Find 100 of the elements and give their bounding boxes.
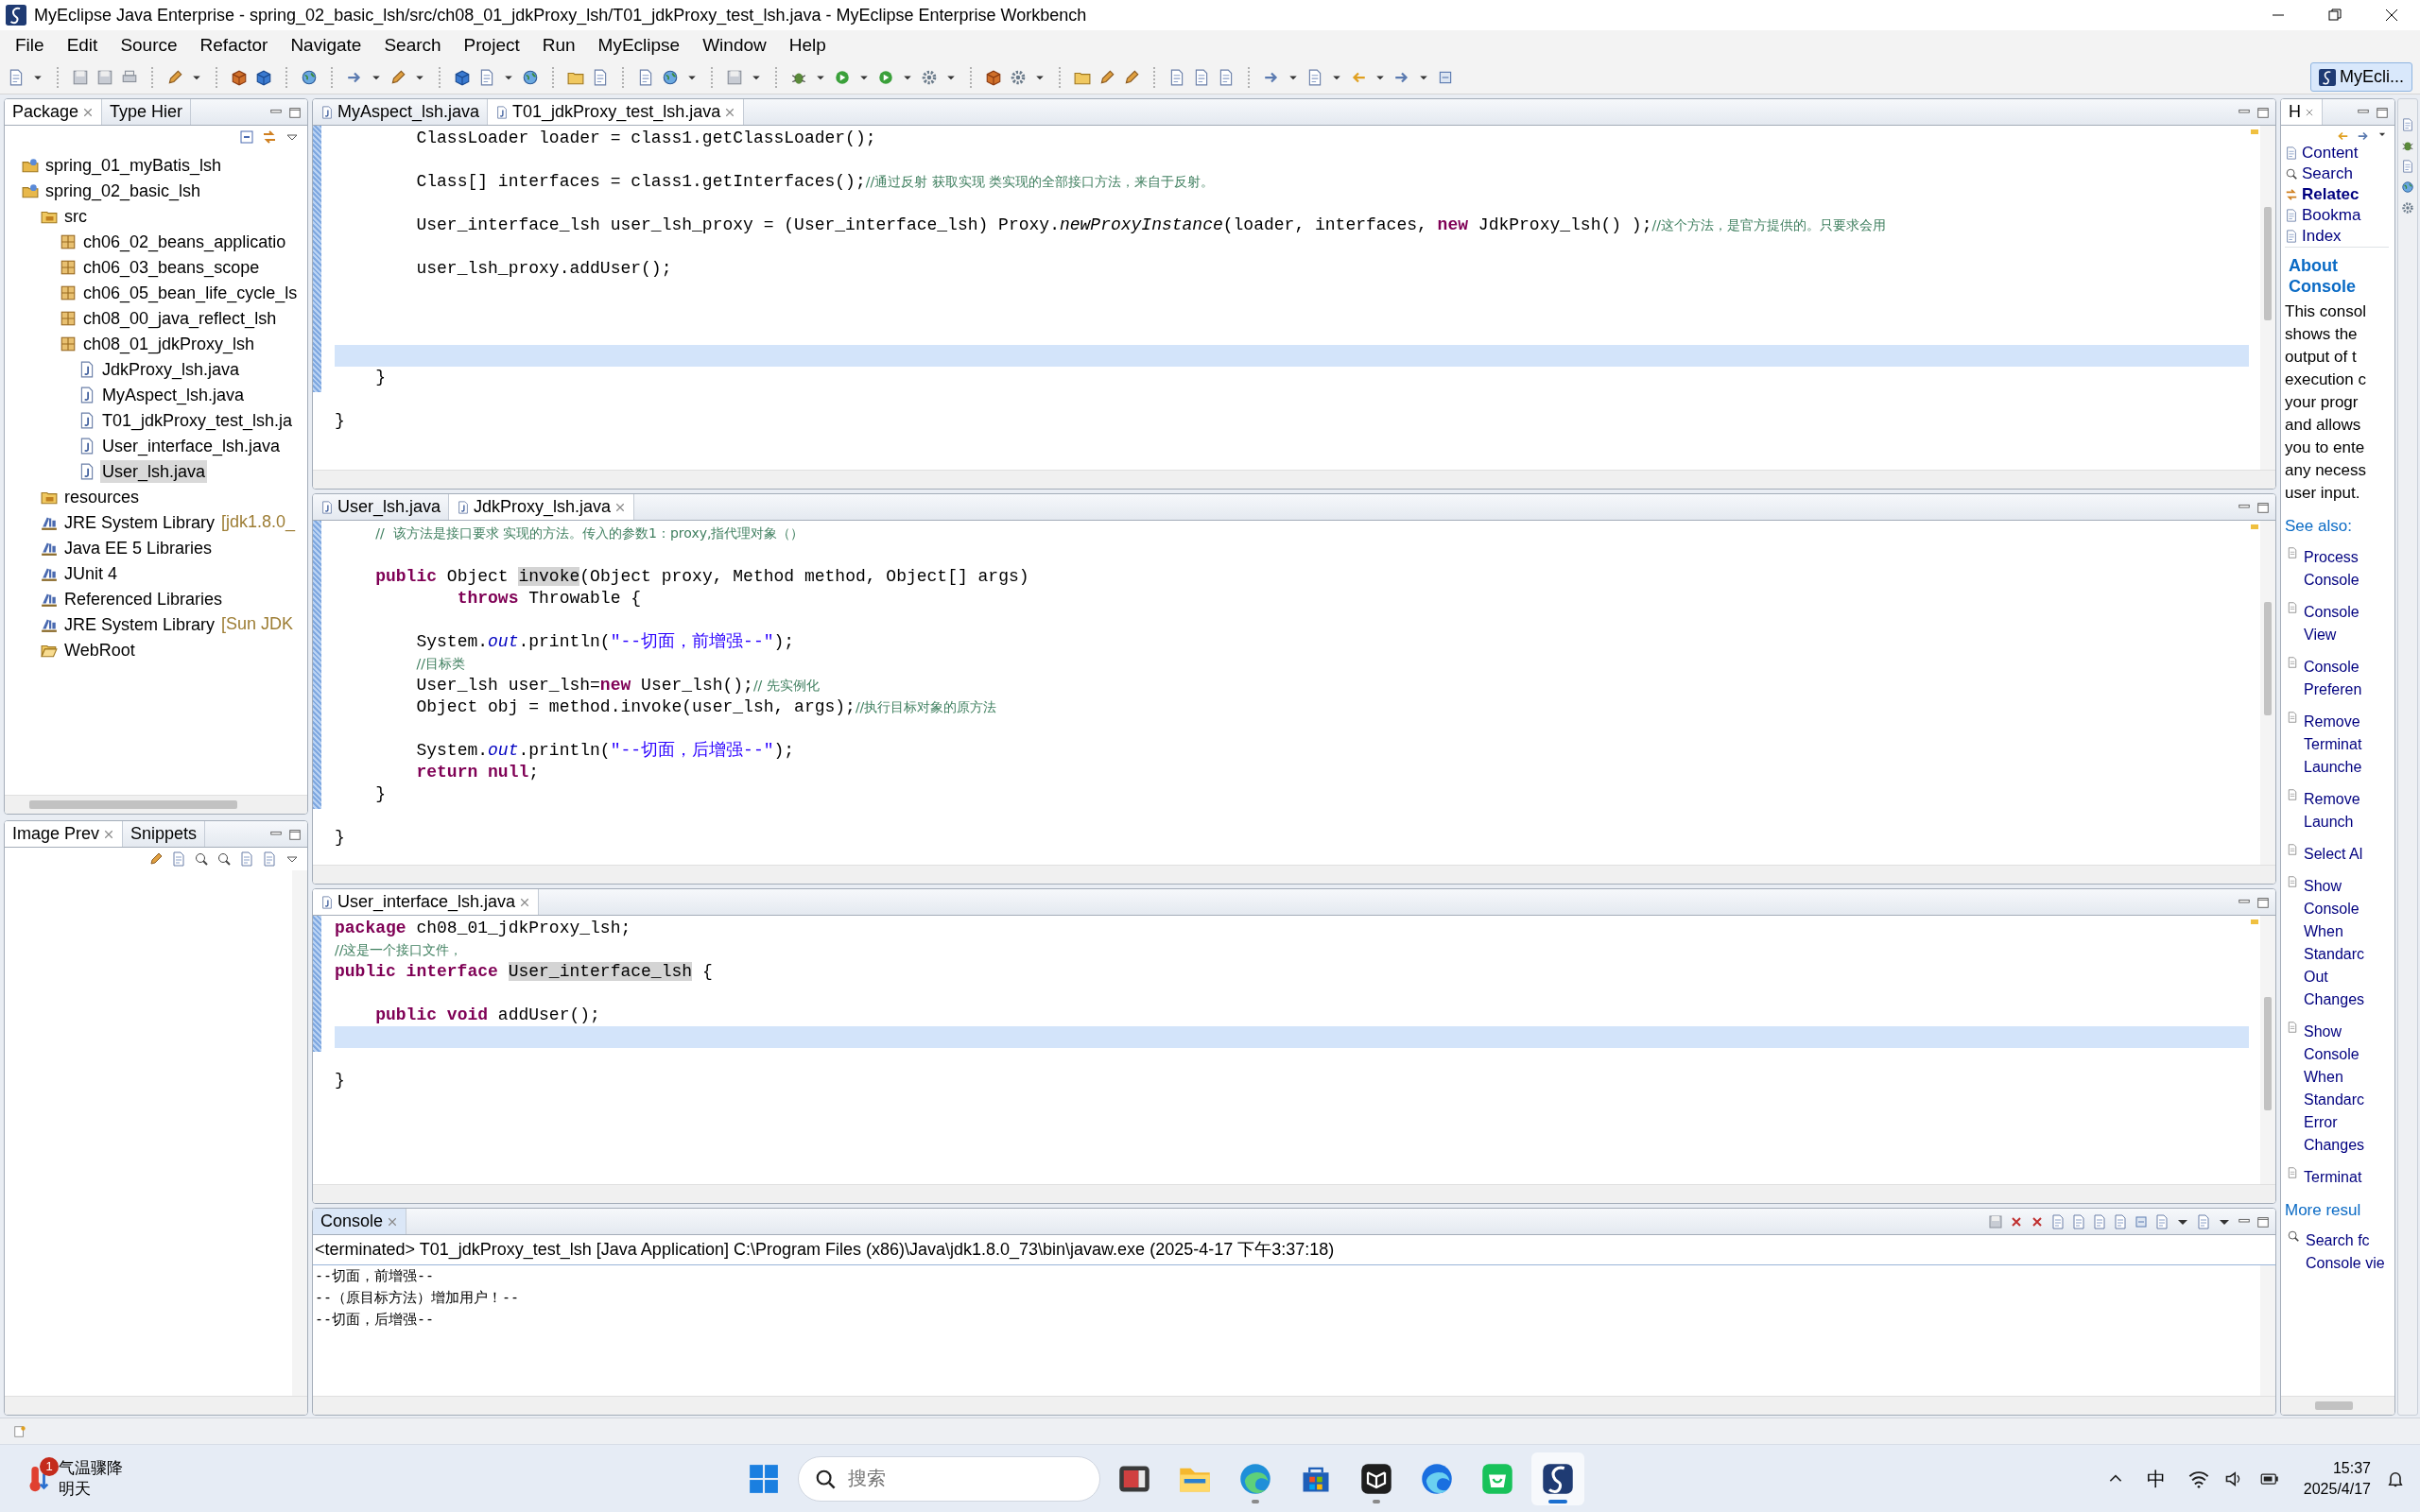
page-icon[interactable] (2154, 1213, 2169, 1229)
tree-item[interactable]: User_lsh.java (100, 459, 208, 483)
page-icon[interactable] (171, 851, 186, 867)
page-icon[interactable] (8, 68, 25, 86)
help-topic-link[interactable]: Select Al (2304, 842, 2363, 866)
page-icon[interactable] (1218, 68, 1235, 86)
help-link[interactable]: Content (2281, 143, 2394, 163)
link-icon[interactable] (262, 129, 277, 145)
tree-item[interactable]: resources (62, 485, 142, 508)
vertical-scrollbar[interactable] (2260, 916, 2275, 1184)
help-search-link[interactable]: Search fc Console vie (2306, 1229, 2385, 1275)
browser-icon[interactable] (1420, 1461, 1454, 1496)
pencil-icon[interactable] (148, 851, 164, 867)
menu-item[interactable]: Refactor (188, 31, 280, 60)
perspective-button[interactable]: MyEcli... (2310, 62, 2412, 92)
page-icon[interactable] (637, 68, 654, 86)
tree-item[interactable]: Referenced Libraries (62, 587, 225, 610)
help-link[interactable]: Bookma (2281, 205, 2394, 226)
menu-item[interactable]: Project (452, 31, 531, 60)
tree-item[interactable]: JdkProxy_lsh.java (100, 357, 242, 381)
horizontal-scrollbar[interactable] (313, 470, 2275, 489)
tree-item[interactable]: spring_01_myBatis_lsh (43, 153, 224, 177)
pencil-icon[interactable] (1098, 68, 1115, 86)
help-topic-link[interactable]: Process Console (2304, 545, 2360, 592)
browser-icon[interactable] (1238, 1461, 1272, 1496)
pencil-icon[interactable] (1123, 68, 1140, 86)
pencil-icon[interactable] (166, 68, 183, 86)
box-icon[interactable] (231, 68, 248, 86)
tree-item[interactable]: T01_jdkProxy_test_lsh.ja (100, 408, 295, 432)
more-results-link[interactable]: More resul (2281, 1197, 2394, 1229)
globe-icon[interactable] (301, 68, 318, 86)
globe-icon[interactable] (522, 68, 539, 86)
tree-item[interactable]: WebRoot (62, 638, 137, 662)
page-icon[interactable] (1168, 68, 1185, 86)
search-field[interactable]: 搜索 (798, 1455, 1100, 1502)
gear-icon[interactable] (1010, 68, 1027, 86)
page-icon[interactable] (592, 68, 609, 86)
play-icon[interactable] (877, 68, 894, 86)
tab[interactable]: H (2281, 99, 2323, 125)
play-icon[interactable] (834, 68, 851, 86)
tree-item[interactable]: spring_02_basic_lsh (43, 179, 203, 202)
horizontal-scrollbar[interactable] (313, 865, 2275, 884)
pencil-icon[interactable] (389, 68, 406, 86)
tree-item[interactable]: ch06_03_beans_scope (81, 255, 262, 279)
maximize-icon[interactable] (288, 827, 302, 841)
tree-item[interactable]: JRE System Library (62, 612, 217, 636)
horizontal-scrollbar[interactable] (5, 1396, 307, 1415)
restore-icon[interactable] (2327, 8, 2342, 23)
horizontal-scrollbar[interactable] (2281, 1396, 2394, 1415)
menu-item[interactable]: Run (530, 31, 587, 60)
help-topic-link[interactable]: Show Console When Standarc Out Changes (2304, 874, 2365, 1011)
gear-icon[interactable] (2401, 201, 2414, 215)
tab[interactable]: User_interface_lsh.java (313, 889, 540, 915)
menu-item[interactable]: Navigate (279, 31, 373, 60)
page-icon[interactable] (2401, 160, 2414, 173)
java-file-icon[interactable] (457, 499, 471, 515)
tab[interactable]: Snippets (123, 821, 206, 847)
tree-item[interactable]: src (62, 204, 89, 228)
java-file-icon[interactable] (320, 894, 334, 910)
page-icon[interactable] (1193, 68, 1210, 86)
cube-icon[interactable] (255, 68, 272, 86)
taskbar-button[interactable] (1531, 1452, 1584, 1505)
clock-time[interactable]: 15:37 (2303, 1457, 2371, 1479)
help-topic-link[interactable]: Remove Launch (2304, 787, 2360, 833)
zoom-in-icon[interactable] (194, 851, 209, 867)
page-icon[interactable] (2071, 1213, 2086, 1229)
tree-item[interactable]: ch06_05_bean_life_cycle_ls (81, 281, 300, 304)
cube-icon[interactable] (1359, 1461, 1393, 1496)
menu-item[interactable]: Search (372, 31, 453, 60)
page-icon[interactable] (2401, 118, 2414, 131)
horizontal-scrollbar[interactable] (313, 1396, 2275, 1415)
menu-item[interactable]: Source (109, 31, 189, 60)
help-topic-link[interactable]: Terminat (2304, 1165, 2362, 1189)
tree-item[interactable]: MyAspect_lsh.java (100, 383, 247, 406)
maximize-icon[interactable] (2256, 500, 2270, 514)
vertical-scrollbar[interactable] (2260, 521, 2275, 865)
help-topic-link[interactable]: Remove Terminat Launche (2304, 710, 2362, 779)
horizontal-scrollbar[interactable] (5, 795, 307, 814)
page-icon[interactable] (2050, 1213, 2066, 1229)
maximize-icon[interactable] (2256, 105, 2270, 119)
vertical-scrollbar[interactable] (2260, 126, 2275, 470)
java-file-icon[interactable] (320, 104, 334, 120)
tree-item[interactable]: User_interface_lsh.java (100, 434, 283, 457)
java-file-icon[interactable] (320, 499, 334, 515)
menu-item[interactable]: Edit (55, 31, 110, 60)
maximize-icon[interactable] (2256, 895, 2270, 909)
tree-item[interactable]: ch06_02_beans_applicatio (81, 230, 288, 253)
maximize-icon[interactable] (2376, 105, 2389, 119)
page-icon[interactable] (1306, 68, 1323, 86)
tree-item[interactable]: ch08_01_jdkProxy_lsh (81, 332, 257, 355)
box-icon[interactable] (985, 68, 1002, 86)
swirl-icon[interactable] (1541, 1461, 1575, 1496)
globe-icon[interactable] (2401, 180, 2414, 194)
menu-item[interactable]: Help (777, 31, 838, 60)
back-arrow-icon[interactable] (2336, 129, 2349, 143)
arrow-icon[interactable] (2357, 129, 2370, 143)
tab[interactable]: JdkProxy_lsh.java (449, 494, 635, 520)
tree-item[interactable]: ch08_00_java_reflect_lsh (81, 306, 279, 330)
help-topic-link[interactable]: Console View (2304, 600, 2360, 646)
help-link[interactable]: Search (2281, 163, 2394, 184)
